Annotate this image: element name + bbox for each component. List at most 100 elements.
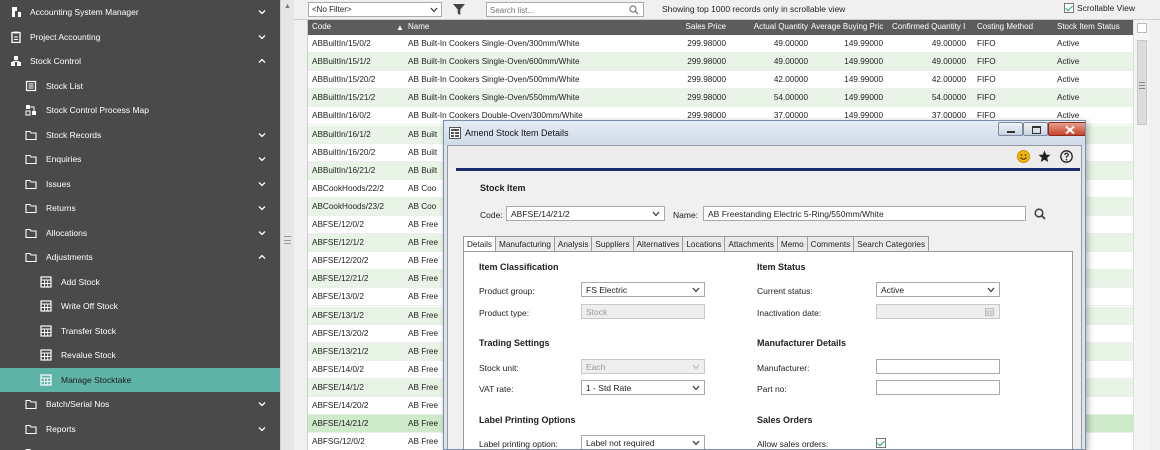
tab-suppliers[interactable]: Suppliers bbox=[592, 236, 634, 252]
tab-alternatives[interactable]: Alternatives bbox=[633, 236, 684, 252]
dialog-action-bar bbox=[448, 146, 1081, 168]
sidebar-item-returns[interactable]: Returns bbox=[0, 196, 280, 220]
trading-settings-title: Trading Settings bbox=[479, 338, 550, 348]
chevron-down-icon[interactable] bbox=[257, 32, 267, 42]
list-toolbar: <No Filter> Showing top 1000 records onl… bbox=[294, 0, 1160, 20]
scrollable-view-toggle[interactable]: Scrollable View bbox=[1064, 3, 1135, 13]
chevron-down-icon[interactable] bbox=[257, 228, 267, 238]
calendar-icon bbox=[985, 308, 994, 316]
search-icon[interactable] bbox=[629, 5, 639, 15]
chevron-down-icon[interactable] bbox=[257, 7, 267, 17]
chevron-down-icon[interactable] bbox=[257, 424, 267, 434]
chevron-down-icon[interactable] bbox=[257, 179, 267, 189]
tab-attachments[interactable]: Attachments bbox=[725, 236, 778, 252]
scrollable-view-checkbox[interactable] bbox=[1064, 3, 1074, 13]
vat-rate-select[interactable]: 1 - Std Rate bbox=[581, 380, 705, 395]
chevron-up-icon[interactable] bbox=[257, 252, 267, 262]
label-printing-option-select[interactable]: Label not required bbox=[581, 435, 705, 449]
scroll-up-button[interactable] bbox=[1137, 23, 1147, 33]
table-row[interactable]: ABBuiltIn/15/20/2 AB Built-In Cookers Sin… bbox=[308, 71, 1133, 90]
search-list-field[interactable] bbox=[486, 2, 644, 17]
table-row[interactable]: ABBuiltIn/15/1/2 AB Built-In Cookers Sing… bbox=[308, 53, 1133, 72]
chevron-down-icon bbox=[692, 440, 700, 446]
dialog-title-bar[interactable]: Amend Stock Item Details bbox=[444, 121, 1085, 145]
chevron-down-icon[interactable] bbox=[257, 399, 267, 409]
tab-search-categories[interactable]: Search Categories bbox=[854, 236, 930, 252]
cell-sales-price: 299.98000 bbox=[687, 39, 726, 48]
cell-average-buying-price: 149.99000 bbox=[844, 93, 883, 103]
tab-details[interactable]: Details bbox=[463, 236, 497, 252]
sidebar-item-accounting-system-manager[interactable]: Accounting System Manager bbox=[0, 0, 280, 24]
smiley-feedback-icon[interactable] bbox=[1017, 150, 1030, 163]
sidebar-item-stock-records[interactable]: Stock Records bbox=[0, 123, 280, 147]
column-header-name[interactable]: Name bbox=[408, 22, 648, 31]
part-no-field[interactable] bbox=[876, 380, 1000, 395]
minimize-button[interactable] bbox=[998, 122, 1023, 136]
chevron-up-icon[interactable] bbox=[257, 56, 267, 66]
tab-comments[interactable]: Comments bbox=[807, 236, 855, 252]
help-icon[interactable] bbox=[1060, 150, 1073, 163]
cell-sales-price: 299.98000 bbox=[687, 75, 726, 85]
column-header-average-buying-price[interactable]: Average Buying Pric bbox=[811, 22, 891, 31]
close-button[interactable] bbox=[1048, 122, 1085, 136]
sidebar-item-transfer-stock[interactable]: Transfer Stock bbox=[0, 319, 280, 343]
sidebar-item-revalue-stock[interactable]: Revalue Stock bbox=[0, 343, 280, 367]
table-row[interactable]: ABBuiltIn/15/0/2 AB Built-In Cookers Sing… bbox=[308, 35, 1133, 53]
filter-funnel-icon[interactable] bbox=[452, 3, 466, 16]
chevron-down-icon[interactable] bbox=[257, 203, 267, 213]
table-row[interactable]: ABBuiltIn/15/21/2 AB Built-In Cookers Sin… bbox=[308, 89, 1133, 108]
maximize-button[interactable] bbox=[1023, 122, 1048, 136]
scroll-grip-icon[interactable] bbox=[284, 236, 291, 244]
column-header-code[interactable]: Code bbox=[312, 22, 392, 31]
current-status-select[interactable]: Active bbox=[876, 282, 1000, 297]
chevron-down-icon[interactable] bbox=[257, 130, 267, 140]
sidebar-item-allocations[interactable]: Allocations bbox=[0, 221, 280, 245]
sidebar-item-manage-stocktake[interactable]: Manage Stocktake bbox=[0, 367, 280, 392]
sidebar-item-issues[interactable]: Issues bbox=[0, 172, 280, 196]
dialog-body: Stock Item Code: ABFSE/14/21/2 Name: AB … bbox=[447, 145, 1082, 449]
stock-unit-label: Stock unit: bbox=[479, 363, 519, 373]
cell-confirmed-quantity: 49.00000 bbox=[931, 57, 966, 67]
favourite-star-icon[interactable] bbox=[1038, 150, 1051, 163]
code-select[interactable]: ABFSE/14/21/2 bbox=[506, 206, 665, 221]
scrollable-view-label: Scrollable View bbox=[1077, 3, 1135, 13]
sidebar-item-adjustments[interactable]: Adjustments bbox=[0, 245, 280, 269]
filter-select[interactable]: <No Filter> bbox=[308, 2, 442, 17]
tab-manufacturing[interactable]: Manufacturing bbox=[496, 236, 555, 252]
sidebar-item-stock-control[interactable]: Stock Control bbox=[0, 49, 280, 73]
search-icon[interactable] bbox=[1034, 208, 1046, 220]
sidebar-item-stock-list[interactable]: Stock List bbox=[0, 74, 280, 98]
cell-code: ABFSE/14/20/2 bbox=[312, 401, 369, 410]
tab-analysis[interactable]: Analysis bbox=[554, 236, 593, 252]
sidebar-item-write-off-stock[interactable]: Write Off Stock bbox=[0, 294, 280, 318]
tab-memo[interactable]: Memo bbox=[777, 236, 808, 252]
chevron-down-icon[interactable] bbox=[257, 154, 267, 164]
product-group-select[interactable]: FS Electric bbox=[581, 282, 705, 297]
sidebar-item-reports[interactable]: Reports bbox=[0, 417, 280, 441]
detail-tabs: Details Manufacturing Analysis Suppliers Alt… bbox=[463, 236, 930, 252]
column-header-actual-quantity[interactable]: Actual Quantity bbox=[731, 22, 808, 31]
sidebar-item-enquiries[interactable]: Enquiries bbox=[0, 147, 280, 171]
search-list-input[interactable] bbox=[490, 4, 620, 16]
sidebar-item-stock-control-process-map[interactable]: Stock Control Process Map bbox=[0, 98, 280, 122]
grid-scrollbar[interactable] bbox=[1133, 20, 1149, 450]
sidebar-item-add-stock[interactable]: Add Stock bbox=[0, 270, 280, 294]
sidebar-item-stock-maintenance[interactable]: Stock Maintenance bbox=[0, 441, 280, 450]
sort-ascending-icon[interactable]: ▲ bbox=[396, 23, 404, 32]
column-header-costing-method[interactable]: Costing Method bbox=[977, 22, 1052, 31]
item-status-title: Item Status bbox=[757, 262, 806, 272]
sidebar-item-project-accounting[interactable]: Project Accounting bbox=[0, 25, 280, 49]
name-field[interactable]: AB Freestanding Electric 5-Ring/550mm/Wh… bbox=[703, 206, 1026, 221]
code-label: Code: bbox=[480, 210, 503, 220]
column-header-stock-item-status[interactable]: Stock Item Status bbox=[1057, 22, 1132, 31]
tab-locations[interactable]: Locations bbox=[683, 236, 726, 252]
allow-sales-orders-checkbox[interactable] bbox=[876, 438, 886, 448]
column-header-confirmed-quantity[interactable]: Confirmed Quantity I bbox=[892, 22, 973, 31]
minimize-icon bbox=[1007, 131, 1015, 133]
sidebar-item-batch-serial-nos[interactable]: Batch/Serial Nos bbox=[0, 392, 280, 416]
manufacturer-field[interactable] bbox=[876, 359, 1000, 374]
column-header-sales-price[interactable]: Sales Price bbox=[653, 22, 726, 31]
sidebar-scrollbar[interactable]: ▲ bbox=[280, 0, 294, 450]
scroll-up-icon[interactable]: ▲ bbox=[284, 3, 291, 10]
scroll-grip-icon[interactable] bbox=[1139, 82, 1145, 89]
